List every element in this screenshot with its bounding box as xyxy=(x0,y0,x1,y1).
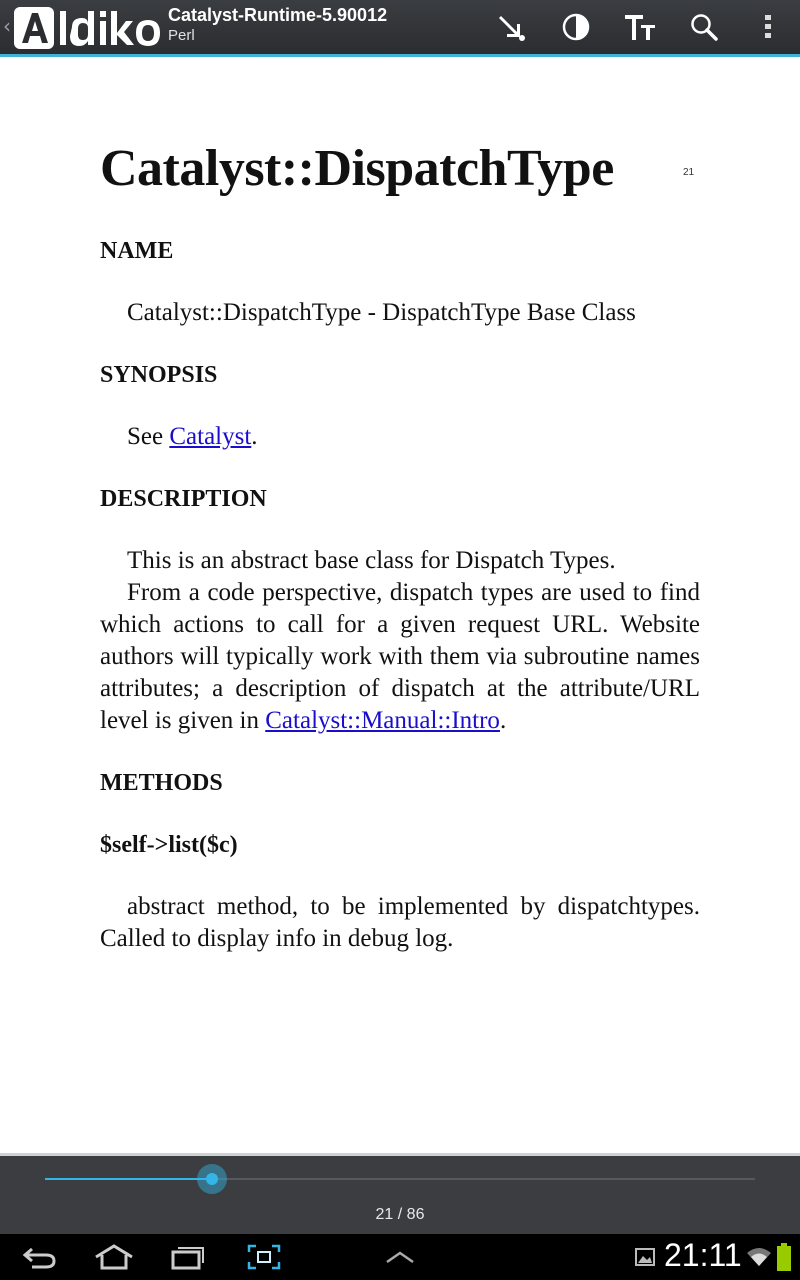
catalyst-link[interactable]: Catalyst xyxy=(169,423,251,450)
goto-icon[interactable] xyxy=(484,0,540,54)
font-size-icon[interactable] xyxy=(612,0,668,54)
aldiko-logo[interactable] xyxy=(14,5,162,51)
method-description: abstract method, to be implemented by di… xyxy=(100,893,700,952)
name-text: Catalyst::DispatchType - DispatchType Ba… xyxy=(127,299,636,326)
reader-navigation-bar: 21 / 86 xyxy=(0,1153,800,1234)
battery-icon xyxy=(774,1234,794,1280)
wifi-icon xyxy=(744,1234,774,1280)
book-page[interactable]: Catalyst::DispatchType 21 NAME Catalyst:… xyxy=(0,57,800,1153)
synopsis-text: See Catalyst. xyxy=(100,421,700,453)
action-bar: ‹ Catalyst-Runtime-5.90012 Perl xyxy=(0,0,800,57)
recent-apps-icon[interactable] xyxy=(162,1234,214,1280)
page-slider-thumb[interactable] xyxy=(196,1164,227,1194)
page-slider[interactable] xyxy=(45,1164,755,1194)
book-subtitle: Perl xyxy=(168,27,195,44)
screenshot-icon[interactable] xyxy=(238,1234,290,1280)
page-count: 21 / 86 xyxy=(375,1206,425,1223)
gallery-notification-icon[interactable] xyxy=(632,1234,658,1280)
home-icon[interactable] xyxy=(88,1234,140,1280)
page-content: NAME Catalyst::DispatchType - DispatchTy… xyxy=(100,235,700,955)
page-number: 21 xyxy=(683,167,695,178)
page-slider-progress xyxy=(45,1178,212,1180)
manual-intro-link[interactable]: Catalyst::Manual::Intro xyxy=(265,707,500,734)
search-icon[interactable] xyxy=(676,0,732,54)
menu-up-icon[interactable] xyxy=(374,1234,426,1280)
description-suffix: . xyxy=(499,707,507,734)
status-clock: 21:11 xyxy=(664,1237,742,1273)
section-heading-methods: METHODS xyxy=(100,770,223,796)
overflow-menu-icon[interactable] xyxy=(740,0,796,54)
up-navigation-icon[interactable]: ‹ xyxy=(3,14,11,38)
page-title: Catalyst::DispatchType xyxy=(100,140,614,197)
method-signature: $self->list($c) xyxy=(100,832,238,858)
synopsis-suffix: . xyxy=(251,423,258,450)
section-heading-name: NAME xyxy=(100,238,174,264)
section-heading-description: DESCRIPTION xyxy=(100,486,267,512)
synopsis-prefix: See xyxy=(127,423,170,450)
back-icon[interactable] xyxy=(14,1234,66,1280)
book-title-block: Catalyst-Runtime-5.90012 Perl xyxy=(168,4,387,46)
description-paragraph-1: This is an abstract base class for Dispa… xyxy=(127,547,616,574)
description-paragraph-2: From a code perspective, dispatch types … xyxy=(100,577,700,737)
system-navigation-bar: 21:11 xyxy=(0,1234,800,1280)
brightness-icon[interactable] xyxy=(548,0,604,54)
book-title: Catalyst-Runtime-5.90012 xyxy=(168,5,388,25)
section-heading-synopsis: SYNOPSIS xyxy=(100,362,218,388)
